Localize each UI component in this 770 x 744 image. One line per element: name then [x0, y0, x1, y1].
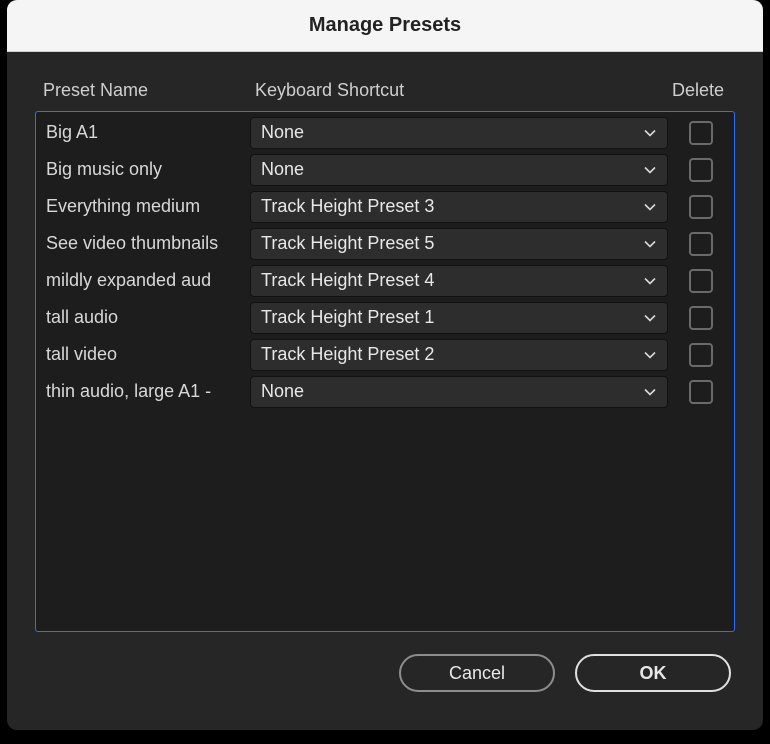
preset-name-cell[interactable]: See video thumbnails: [46, 233, 250, 254]
dialog-content: Preset Name Keyboard Shortcut Delete Big…: [7, 52, 763, 730]
dropdown-value: Track Height Preset 3: [261, 196, 643, 217]
table-row: thin audio, large A1 - None: [38, 373, 732, 410]
delete-checkbox[interactable]: [689, 343, 713, 367]
dropdown-value: Track Height Preset 4: [261, 270, 643, 291]
dropdown-value: None: [261, 159, 643, 180]
delete-checkbox[interactable]: [689, 195, 713, 219]
chevron-down-icon: [643, 237, 657, 251]
table-row: tall video Track Height Preset 2: [38, 336, 732, 373]
preset-name-cell[interactable]: tall audio: [46, 307, 250, 328]
header-keyboard-shortcut: Keyboard Shortcut: [255, 80, 665, 101]
ok-button[interactable]: OK: [575, 654, 731, 692]
delete-cell: [674, 269, 728, 293]
delete-checkbox[interactable]: [689, 306, 713, 330]
preset-name-cell[interactable]: Everything medium: [46, 196, 250, 217]
chevron-down-icon: [643, 163, 657, 177]
preset-name-cell[interactable]: mildly expanded aud: [46, 270, 250, 291]
chevron-down-icon: [643, 348, 657, 362]
table-row: Big A1 None: [38, 114, 732, 151]
dropdown-value: Track Height Preset 2: [261, 344, 643, 365]
delete-checkbox[interactable]: [689, 269, 713, 293]
delete-checkbox[interactable]: [689, 380, 713, 404]
delete-cell: [674, 121, 728, 145]
preset-name-cell[interactable]: Big music only: [46, 159, 250, 180]
manage-presets-dialog: Manage Presets Preset Name Keyboard Shor…: [7, 0, 763, 730]
shortcut-dropdown[interactable]: None: [250, 117, 668, 149]
table-row: Big music only None: [38, 151, 732, 188]
shortcut-dropdown[interactable]: Track Height Preset 1: [250, 302, 668, 334]
table-header: Preset Name Keyboard Shortcut Delete: [35, 80, 735, 111]
chevron-down-icon: [643, 311, 657, 325]
title-bar: Manage Presets: [7, 0, 763, 52]
delete-cell: [674, 343, 728, 367]
delete-checkbox[interactable]: [689, 121, 713, 145]
table-row: mildly expanded aud Track Height Preset …: [38, 262, 732, 299]
delete-checkbox[interactable]: [689, 232, 713, 256]
shortcut-dropdown[interactable]: Track Height Preset 3: [250, 191, 668, 223]
delete-cell: [674, 232, 728, 256]
shortcut-dropdown[interactable]: Track Height Preset 2: [250, 339, 668, 371]
dropdown-value: None: [261, 381, 643, 402]
header-delete: Delete: [665, 80, 731, 101]
dropdown-value: None: [261, 122, 643, 143]
dropdown-value: Track Height Preset 1: [261, 307, 643, 328]
delete-cell: [674, 306, 728, 330]
table-row: See video thumbnails Track Height Preset…: [38, 225, 732, 262]
preset-name-cell[interactable]: Big A1: [46, 122, 250, 143]
cancel-button[interactable]: Cancel: [399, 654, 555, 692]
delete-cell: [674, 195, 728, 219]
table-row: Everything medium Track Height Preset 3: [38, 188, 732, 225]
preset-name-cell[interactable]: thin audio, large A1 -: [46, 381, 250, 402]
dropdown-value: Track Height Preset 5: [261, 233, 643, 254]
delete-cell: [674, 158, 728, 182]
chevron-down-icon: [643, 385, 657, 399]
dialog-title: Manage Presets: [309, 14, 461, 37]
table-row: tall audio Track Height Preset 1: [38, 299, 732, 336]
shortcut-dropdown[interactable]: None: [250, 376, 668, 408]
header-preset-name: Preset Name: [43, 80, 255, 101]
chevron-down-icon: [643, 200, 657, 214]
chevron-down-icon: [643, 274, 657, 288]
shortcut-dropdown[interactable]: None: [250, 154, 668, 186]
delete-checkbox[interactable]: [689, 158, 713, 182]
dialog-button-row: Cancel OK: [35, 632, 735, 716]
shortcut-dropdown[interactable]: Track Height Preset 5: [250, 228, 668, 260]
delete-cell: [674, 380, 728, 404]
shortcut-dropdown[interactable]: Track Height Preset 4: [250, 265, 668, 297]
preset-table: Big A1 None Big music only None: [35, 111, 735, 632]
preset-name-cell[interactable]: tall video: [46, 344, 250, 365]
chevron-down-icon: [643, 126, 657, 140]
